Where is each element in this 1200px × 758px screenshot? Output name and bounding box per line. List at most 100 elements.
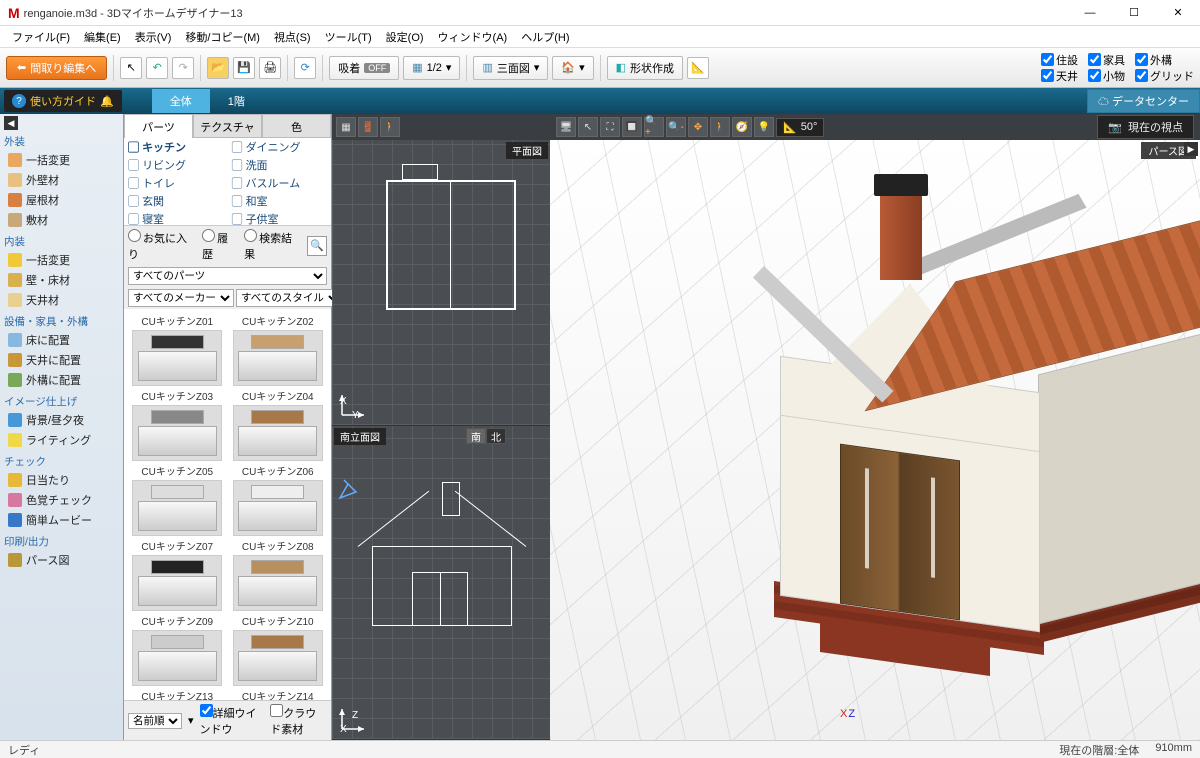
direction-south[interactable]: 南 (466, 428, 486, 444)
tab-parts[interactable]: パーツ (124, 114, 193, 138)
fullscreen-icon[interactable]: ⛶ (600, 117, 620, 137)
sidebar-item[interactable]: 天井に配置 (0, 350, 123, 370)
fit-icon[interactable]: 🔲 (622, 117, 642, 137)
data-center-button[interactable]: ☁ データセンター (1087, 89, 1200, 113)
cat-toilet[interactable]: ▢ トイレ (124, 174, 228, 192)
collapse-right-icon[interactable]: ▶ (1184, 142, 1198, 156)
check-cloud[interactable]: クラウド素材 (270, 704, 327, 737)
person-icon[interactable]: 🚶 (380, 117, 400, 137)
part-thumbnail[interactable]: CUキッチンZ14 (229, 688, 328, 700)
menu-window[interactable]: ウィンドウ(A) (432, 27, 514, 47)
menu-edit[interactable]: 編集(E) (78, 27, 127, 47)
view-mode-dropdown[interactable]: ▥ 三面図 ▾ (473, 56, 548, 80)
window-maximize[interactable]: ☐ (1112, 0, 1156, 26)
tab-texture[interactable]: テクスチャ (193, 114, 262, 138)
part-thumbnail[interactable]: CUキッチンZ07 (128, 538, 227, 611)
check-grid[interactable]: グリッド (1135, 68, 1194, 84)
zoom-in-icon[interactable]: 🔍+ (644, 117, 664, 137)
sidebar-item[interactable]: 外壁材 (0, 170, 123, 190)
sidebar-item[interactable]: 一括変更 (0, 150, 123, 170)
guide-button[interactable]: ? 使い方ガイド 🔔 (4, 90, 122, 112)
sort-dropdown[interactable]: 名前順 (128, 713, 182, 729)
part-thumbnail[interactable]: CUキッチンZ03 (128, 388, 227, 461)
cat-kitchen[interactable]: ▢ キッチン (124, 138, 228, 156)
sidebar-item[interactable]: 床に配置 (0, 330, 123, 350)
menu-settings[interactable]: 設定(O) (380, 27, 430, 47)
sidebar-item[interactable]: パース図 (0, 550, 123, 570)
door-icon[interactable]: 🚪 (358, 117, 378, 137)
check-detail-window[interactable]: 詳細ウインドウ (200, 704, 265, 737)
save-icon[interactable]: 💾 (233, 57, 255, 79)
part-thumbnail[interactable]: CUキッチンZ08 (229, 538, 328, 611)
redo-icon[interactable]: ↷ (172, 57, 194, 79)
part-thumbnail[interactable]: CUキッチンZ09 (128, 613, 227, 686)
search-icon[interactable]: 🔍 (307, 236, 327, 256)
sidebar-item[interactable]: 外構に配置 (0, 370, 123, 390)
radio-history[interactable]: 履歴 (202, 229, 238, 262)
floor-tab-1f[interactable]: 1階 (210, 89, 263, 113)
check-ceiling[interactable]: 天井 (1041, 68, 1078, 84)
filter-parts-dropdown[interactable]: すべてのパーツ (128, 267, 327, 285)
part-thumbnail[interactable]: CUキッチンZ10 (229, 613, 328, 686)
measure-icon[interactable]: 📐 (687, 57, 709, 79)
shape-create-button[interactable]: ◧ 形状作成 (607, 56, 683, 80)
pan-icon[interactable]: ✥ (688, 117, 708, 137)
cat-washroom[interactable]: ▢ 洗面 (228, 156, 332, 174)
plan-view[interactable]: 平面図 X Y (332, 140, 550, 426)
menu-view[interactable]: 表示(V) (129, 27, 178, 47)
cat-dining[interactable]: ▢ ダイニング (228, 138, 332, 156)
elevation-view[interactable]: 南立面図 南 北 Z X (332, 426, 550, 740)
select-tool-icon[interactable]: ↖ (578, 117, 598, 137)
tab-color[interactable]: 色 (262, 114, 331, 138)
cat-japanese[interactable]: ▢ 和室 (228, 192, 332, 210)
sidebar-item[interactable]: ライティング (0, 430, 123, 450)
light-icon[interactable]: 💡 (754, 117, 774, 137)
orbit-icon[interactable]: 🧭 (732, 117, 752, 137)
floor-tab-all[interactable]: 全体 (152, 89, 210, 113)
collapse-left-icon[interactable]: ◀ (4, 116, 18, 130)
sidebar-item[interactable]: 一括変更 (0, 250, 123, 270)
part-thumbnail[interactable]: CUキッチンZ06 (229, 463, 328, 536)
home-dropdown[interactable]: 🏠▾ (552, 56, 593, 80)
cat-living[interactable]: ▢ リビング (124, 156, 228, 174)
sidebar-item[interactable]: 日当たり (0, 470, 123, 490)
grid-spacing-dropdown[interactable]: ▦ 1/2 ▾ (403, 56, 460, 80)
menu-file[interactable]: ファイル(F) (6, 27, 76, 47)
direction-north[interactable]: 北 (486, 428, 506, 444)
window-close[interactable]: ✕ (1156, 0, 1200, 26)
check-fixtures[interactable]: 住設 (1041, 52, 1078, 68)
radio-search[interactable]: 検索結果 (244, 229, 301, 262)
sidebar-item[interactable]: 背景/昼夕夜 (0, 410, 123, 430)
menu-help[interactable]: ヘルプ(H) (515, 27, 575, 47)
display-mode-icon[interactable]: 🖥 (556, 117, 576, 137)
part-thumbnail[interactable]: CUキッチンZ04 (229, 388, 328, 461)
sidebar-item[interactable]: 天井材 (0, 290, 123, 310)
part-thumbnail[interactable]: CUキッチンZ01 (128, 313, 227, 386)
cursor-tool-icon[interactable]: ↖ (120, 57, 142, 79)
view-angle[interactable]: 📐50° (776, 118, 824, 137)
cat-bathroom[interactable]: ▢ バスルーム (228, 174, 332, 192)
menu-move[interactable]: 移動/コピー(M) (179, 27, 266, 47)
walk-icon[interactable]: 🚶 (710, 117, 730, 137)
menu-viewpoint[interactable]: 視点(S) (268, 27, 317, 47)
snap-toggle[interactable]: 吸着 OFF (329, 56, 399, 80)
part-thumbnail[interactable]: CUキッチンZ13 (128, 688, 227, 700)
filter-style-dropdown[interactable]: すべてのスタイル (236, 289, 342, 307)
sidebar-item[interactable]: 簡単ムービー (0, 510, 123, 530)
print-icon[interactable]: 🖨 (259, 57, 281, 79)
current-viewpoint[interactable]: 📷 現在の視点 (1097, 115, 1194, 139)
radio-favorites[interactable]: お気に入り (128, 229, 196, 262)
sidebar-item[interactable]: 屋根材 (0, 190, 123, 210)
check-accessories[interactable]: 小物 (1088, 68, 1125, 84)
check-furniture[interactable]: 家具 (1088, 52, 1125, 68)
open-icon[interactable]: 📂 (207, 57, 229, 79)
refresh-icon[interactable]: ⟳ (294, 57, 316, 79)
cat-entrance[interactable]: ▢ 玄関 (124, 192, 228, 210)
part-thumbnail[interactable]: CUキッチンZ05 (128, 463, 227, 536)
zoom-out-icon[interactable]: 🔍- (666, 117, 686, 137)
window-minimize[interactable]: — (1068, 0, 1112, 26)
undo-icon[interactable]: ↶ (146, 57, 168, 79)
sidebar-item[interactable]: 色覚チェック (0, 490, 123, 510)
sidebar-item[interactable]: 壁・床材 (0, 270, 123, 290)
filter-maker-dropdown[interactable]: すべてのメーカー (128, 289, 234, 307)
